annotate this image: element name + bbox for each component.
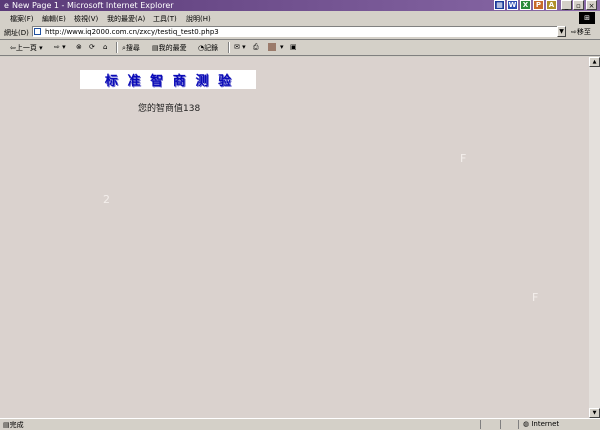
menu-tools[interactable]: 工具(T)	[153, 14, 177, 24]
menu-favorites[interactable]: 我的最愛(A)	[107, 14, 145, 24]
address-input[interactable]: http://www.iq2000.com.cn/zxcy/testiq_tes…	[32, 26, 566, 37]
ie-logo-icon: e	[4, 1, 9, 10]
mail-button[interactable]: ✉ ▾	[234, 43, 246, 51]
banner-char: 标	[104, 74, 118, 89]
address-label: 網址(D)	[4, 29, 29, 37]
mail-icon: ✉	[234, 43, 240, 51]
edit-icon[interactable]	[268, 43, 276, 51]
app-icon-1[interactable]: ▦	[494, 0, 505, 10]
title-bar: e New Page 1 - Microsoft Internet Explor…	[0, 0, 600, 11]
banner-char: 验	[218, 74, 232, 89]
home-icon[interactable]: ⌂	[103, 43, 107, 51]
menu-help[interactable]: 說明(H)	[186, 14, 211, 24]
print-icon[interactable]: ⎙	[253, 43, 259, 52]
powerpoint-icon[interactable]: P	[533, 0, 544, 10]
address-url: http://www.iq2000.com.cn/zxcy/testiq_tes…	[45, 28, 219, 36]
history-button[interactable]: ◔記錄	[198, 43, 218, 53]
window-title: New Page 1 - Microsoft Internet Explorer	[12, 1, 174, 10]
excel-icon[interactable]: X	[520, 0, 531, 10]
back-button[interactable]: ⇦上一頁 ▾	[10, 43, 43, 53]
banner-char: 准	[127, 74, 141, 89]
back-label: 上一頁	[15, 44, 37, 52]
iq-test-banner: 标 准 智 商 测 验	[80, 70, 256, 89]
internet-globe-icon: ◍	[523, 420, 530, 428]
word-icon[interactable]: W	[507, 0, 518, 10]
banner-char: 智	[150, 74, 164, 89]
favorites-label: 我的最愛	[158, 44, 187, 52]
standard-toolbar: ⇦上一頁 ▾ ⇨ ▾ ⊗ ⟳ ⌂ ⌕搜尋 ▤我的最愛 ◔記錄 ✉ ▾ ⎙ ▾ ▣	[0, 40, 600, 56]
page-icon	[34, 28, 41, 35]
stop-icon[interactable]: ⊗	[76, 43, 82, 51]
banner-char: 商	[172, 74, 186, 89]
go-label: 移至	[576, 28, 591, 36]
search-button[interactable]: ⌕搜尋	[122, 43, 140, 53]
status-text: ▤完成	[3, 420, 24, 430]
favorites-button[interactable]: ▤我的最愛	[152, 43, 187, 53]
zone-label: Internet	[531, 420, 560, 428]
access-icon[interactable]: A	[546, 0, 557, 10]
maximize-button[interactable]: ▫	[573, 0, 584, 10]
vertical-scrollbar[interactable]: ▲ ▼	[589, 57, 600, 418]
address-bar: 網址(D) http://www.iq2000.com.cn/zxcy/test…	[0, 25, 600, 40]
refresh-icon[interactable]: ⟳	[89, 43, 95, 51]
search-label: 搜尋	[125, 44, 140, 52]
banner-char: 测	[195, 74, 209, 89]
iq-result-text: 您的智商值138	[138, 104, 201, 114]
minimize-button[interactable]: _	[561, 0, 572, 10]
address-dropdown-button[interactable]: ▼	[557, 26, 566, 37]
menu-view[interactable]: 檢視(V)	[74, 14, 98, 24]
discuss-icon[interactable]: ▣	[290, 43, 297, 51]
forward-button[interactable]: ⇨ ▾	[54, 43, 66, 51]
close-button[interactable]: ×	[586, 0, 597, 10]
favorites-icon: ▤	[152, 44, 159, 52]
scroll-down-button[interactable]: ▼	[589, 408, 600, 418]
windows-logo-icon: ⊞	[579, 12, 595, 24]
page-content: 标 准 智 商 测 验 您的智商值138 2 F F	[0, 57, 589, 418]
ghost-char: 2	[103, 193, 110, 206]
status-bar: ▤完成 ◍ Internet	[0, 418, 600, 429]
history-label: 記錄	[204, 44, 219, 52]
scroll-up-button[interactable]: ▲	[589, 57, 600, 67]
edit-dropdown-icon: ▾	[280, 43, 284, 51]
toolbar-separator	[228, 42, 230, 53]
menu-file[interactable]: 檔案(F)	[10, 14, 34, 24]
menu-bar: 檔案(F) 編輯(E) 檢視(V) 我的最愛(A) 工具(T) 說明(H) ⊞	[0, 11, 600, 26]
ghost-char: F	[460, 152, 467, 165]
ghost-char: F	[532, 291, 539, 304]
toolbar-separator	[116, 42, 118, 53]
forward-arrow-icon: ⇨	[54, 43, 60, 51]
go-button[interactable]: ⇨移至	[571, 27, 591, 37]
zone-indicator: ◍ Internet	[523, 420, 559, 428]
menu-edit[interactable]: 編輯(E)	[42, 14, 66, 24]
